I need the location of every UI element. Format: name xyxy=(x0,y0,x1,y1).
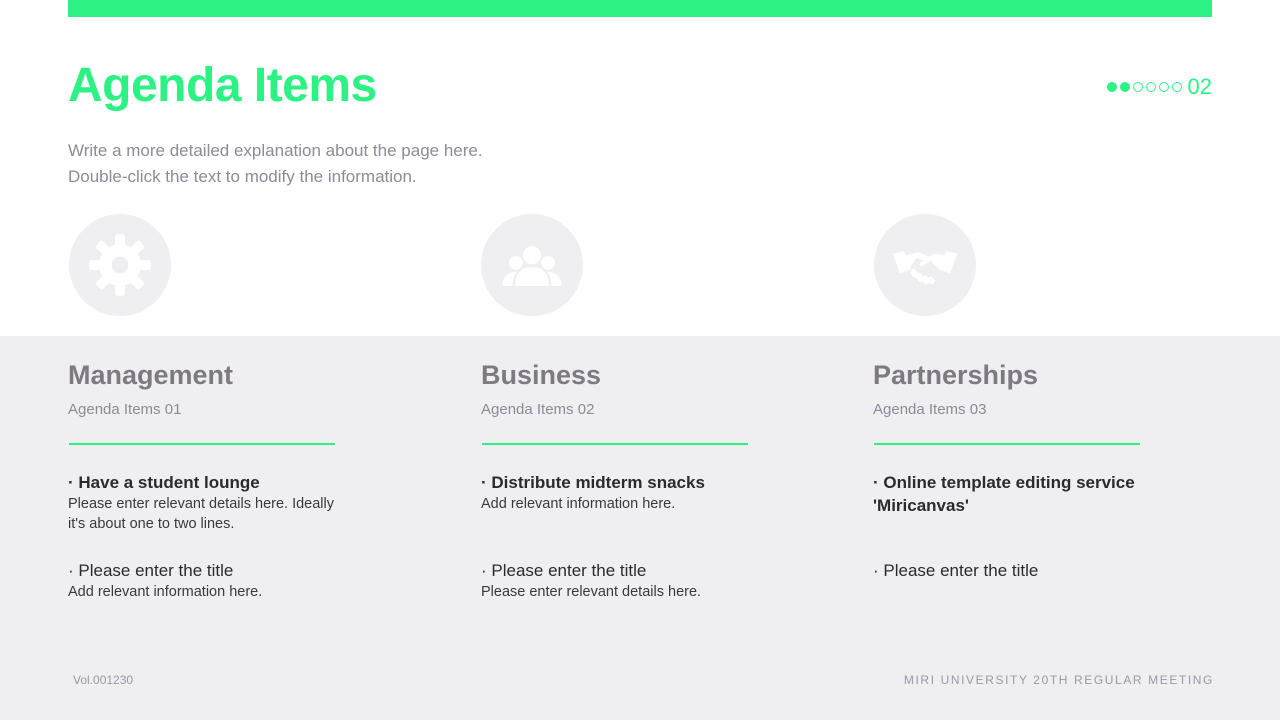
agenda-item: · Please enter the title Please enter re… xyxy=(481,559,811,602)
item-title: · Please enter the title xyxy=(481,561,647,580)
agenda-item: · Online template editing service 'Miric… xyxy=(873,471,1203,517)
column-title: Business xyxy=(481,360,602,390)
pager-dot-empty xyxy=(1158,82,1169,92)
agenda-item: · Please enter the title Add relevant in… xyxy=(68,559,398,602)
people-icon xyxy=(481,214,583,316)
page-description: Write a more detailed explanation about … xyxy=(68,138,483,190)
item-title: · Please enter the title xyxy=(873,561,1039,580)
page-title: Agenda Items xyxy=(68,59,377,112)
agenda-item: · Distribute midterm snacks Add relevant… xyxy=(481,471,811,514)
item-title: · Have a student lounge xyxy=(68,473,260,492)
pager-dot-empty xyxy=(1145,82,1156,92)
event-title: MIRI UNIVERSITY 20TH REGULAR MEETING xyxy=(903,673,1214,687)
item-description: Add relevant information here. xyxy=(68,584,263,600)
agenda-panel: Management Agenda Items 01 · Have a stud… xyxy=(0,336,1280,720)
pager-dot-filled xyxy=(1119,82,1130,92)
item-description: Please enter relevant details here. Idea… xyxy=(68,496,334,532)
pager-dot-empty xyxy=(1171,82,1182,92)
pager-dot-filled xyxy=(1106,82,1117,92)
item-title: · Please enter the title xyxy=(68,561,234,580)
column-subtitle: Agenda Items 01 xyxy=(68,401,182,418)
description-line: Write a more detailed explanation about … xyxy=(68,141,483,160)
item-description: Add relevant information here. xyxy=(481,496,676,512)
description-line: Double-click the text to modify the info… xyxy=(68,167,417,186)
volume-label: Vol.001230 xyxy=(73,673,134,687)
agenda-item: · Please enter the title xyxy=(873,559,1203,582)
divider xyxy=(69,443,335,445)
item-title: · Distribute midterm snacks xyxy=(481,473,705,492)
page-number: 02 xyxy=(1187,74,1212,99)
column-subtitle: Agenda Items 02 xyxy=(481,401,595,418)
divider xyxy=(482,443,748,445)
item-title: · Online template editing service 'Miric… xyxy=(873,473,1135,515)
column-title: Partnerships xyxy=(873,360,1039,390)
pager-dot-empty xyxy=(1132,82,1143,92)
divider xyxy=(874,443,1140,445)
item-description: Please enter relevant details here. xyxy=(481,584,702,600)
handshake-icon xyxy=(874,214,976,316)
column-title: Management xyxy=(68,360,234,390)
top-accent-bar xyxy=(68,0,1212,17)
gear-icon xyxy=(69,214,171,316)
column-subtitle: Agenda Items 03 xyxy=(873,401,987,418)
page-indicator: 02 xyxy=(1106,74,1212,100)
agenda-item: · Have a student lounge Please enter rel… xyxy=(68,471,398,534)
